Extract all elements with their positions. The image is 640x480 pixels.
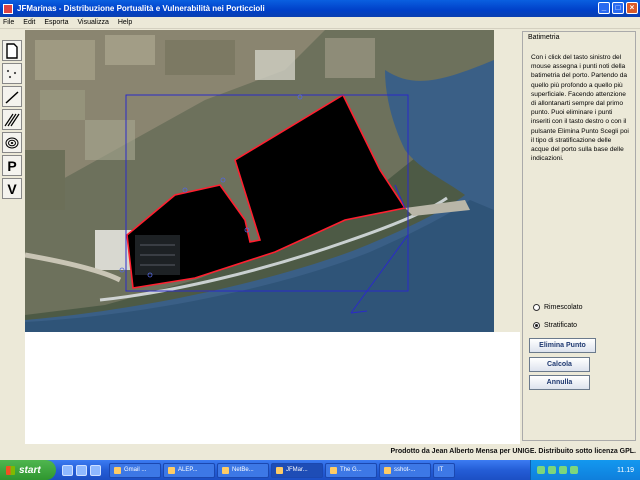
menu-esporta[interactable]: Esporta bbox=[44, 19, 68, 26]
rimescolato-label: Rimescolato bbox=[544, 304, 583, 311]
task-the-g[interactable]: The G... bbox=[325, 462, 377, 478]
java-icon bbox=[276, 466, 283, 474]
page-icon bbox=[6, 42, 18, 59]
ie-icon[interactable] bbox=[62, 464, 73, 476]
line-icon bbox=[5, 90, 19, 104]
task-sshot[interactable]: sshot-... bbox=[379, 462, 431, 478]
app-icon bbox=[168, 466, 175, 474]
letter-p-icon: P bbox=[7, 157, 17, 174]
show-desktop-icon[interactable] bbox=[76, 464, 87, 476]
rimescolato-radio[interactable]: Rimescolato bbox=[533, 304, 583, 311]
clock: 11.19 bbox=[617, 466, 634, 474]
map-canvas[interactable] bbox=[25, 30, 494, 332]
letter-v-tool-button[interactable]: V bbox=[2, 178, 22, 199]
task-netbeans[interactable]: NetBe... bbox=[217, 462, 269, 478]
start-label: start bbox=[19, 464, 41, 476]
instructions-text: Con i click del tasto sinistro del mouse… bbox=[531, 54, 629, 163]
window-titlebar: JFMarinas - Distribuzione Portualità e V… bbox=[0, 0, 640, 17]
contour-icon bbox=[5, 137, 19, 148]
task-buttons: Gmail ... ALEP... NetBe... JFMar... The … bbox=[109, 462, 455, 478]
volume-icon[interactable] bbox=[559, 466, 567, 474]
system-tray: 11.19 bbox=[530, 460, 640, 480]
page-tool-button[interactable] bbox=[2, 40, 22, 61]
antivirus-icon[interactable] bbox=[548, 466, 556, 474]
image-icon bbox=[384, 466, 391, 474]
task-label: NetBe... bbox=[232, 467, 254, 473]
stratificato-label: Stratificato bbox=[544, 322, 578, 329]
task-label: The G... bbox=[340, 467, 362, 473]
tool-palette: P V bbox=[2, 40, 22, 199]
task-alep[interactable]: ALEP... bbox=[163, 462, 215, 478]
task-jfmarinas[interactable]: JFMar... bbox=[271, 462, 323, 478]
radio-dot-selected[interactable] bbox=[533, 322, 540, 329]
radio-dot[interactable] bbox=[533, 304, 540, 311]
task-gmail[interactable]: Gmail ... bbox=[109, 462, 161, 478]
letter-v-icon: V bbox=[7, 180, 17, 197]
maximize-button[interactable]: □ bbox=[612, 2, 624, 14]
credits-text: Prodotto da Jean Alberto Mensa per UNIGE… bbox=[390, 448, 636, 455]
hatch-icon bbox=[4, 113, 20, 126]
os-taskbar: start Gmail ... ALEP... NetBe... JFMar..… bbox=[0, 460, 640, 480]
minimize-button[interactable]: _ bbox=[598, 2, 610, 14]
browser-icon bbox=[114, 466, 121, 474]
netbeans-icon bbox=[222, 466, 229, 474]
start-button[interactable]: start bbox=[0, 460, 56, 480]
quick-launch bbox=[62, 464, 101, 476]
canvas-empty-area bbox=[25, 332, 520, 444]
panel-title: Batimetria bbox=[527, 34, 561, 41]
task-label: Gmail ... bbox=[124, 467, 147, 473]
contour-tool-button[interactable] bbox=[2, 132, 22, 153]
line-tool-button[interactable] bbox=[2, 86, 22, 107]
task-label: IT bbox=[438, 467, 444, 473]
task-it[interactable]: IT bbox=[433, 462, 455, 478]
hatch-tool-button[interactable] bbox=[2, 109, 22, 130]
task-label: sshot-... bbox=[394, 467, 416, 473]
menu-bar: File Edit Esporta Visualizza Help bbox=[0, 17, 640, 29]
points-tool-button[interactable] bbox=[2, 63, 22, 84]
menu-file[interactable]: File bbox=[3, 19, 14, 26]
aerial-map-image bbox=[25, 30, 494, 332]
menu-visualizza[interactable]: Visualizza bbox=[77, 19, 108, 26]
close-button[interactable]: × bbox=[626, 2, 638, 14]
task-label: JFMar... bbox=[286, 467, 308, 473]
points-icon bbox=[6, 69, 17, 78]
stratificato-radio[interactable]: Stratificato bbox=[533, 322, 577, 329]
annulla-button[interactable]: Annulla bbox=[529, 375, 590, 390]
media-icon[interactable] bbox=[90, 464, 101, 476]
calcola-button[interactable]: Calcola bbox=[529, 357, 590, 372]
window-icon bbox=[330, 466, 337, 474]
update-icon[interactable] bbox=[570, 466, 578, 474]
window-title: JFMarinas - Distribuzione Portualità e V… bbox=[17, 4, 265, 13]
task-label: ALEP... bbox=[178, 467, 198, 473]
batimetria-panel: Batimetria Con i click del tasto sinistr… bbox=[522, 31, 636, 441]
network-icon[interactable] bbox=[537, 466, 545, 474]
windows-logo-icon bbox=[6, 465, 15, 475]
letter-p-tool-button[interactable]: P bbox=[2, 155, 22, 176]
app-icon bbox=[3, 3, 13, 14]
menu-edit[interactable]: Edit bbox=[23, 19, 35, 26]
elimina-punto-button[interactable]: Elimina Punto bbox=[529, 338, 596, 353]
menu-help[interactable]: Help bbox=[118, 19, 132, 26]
